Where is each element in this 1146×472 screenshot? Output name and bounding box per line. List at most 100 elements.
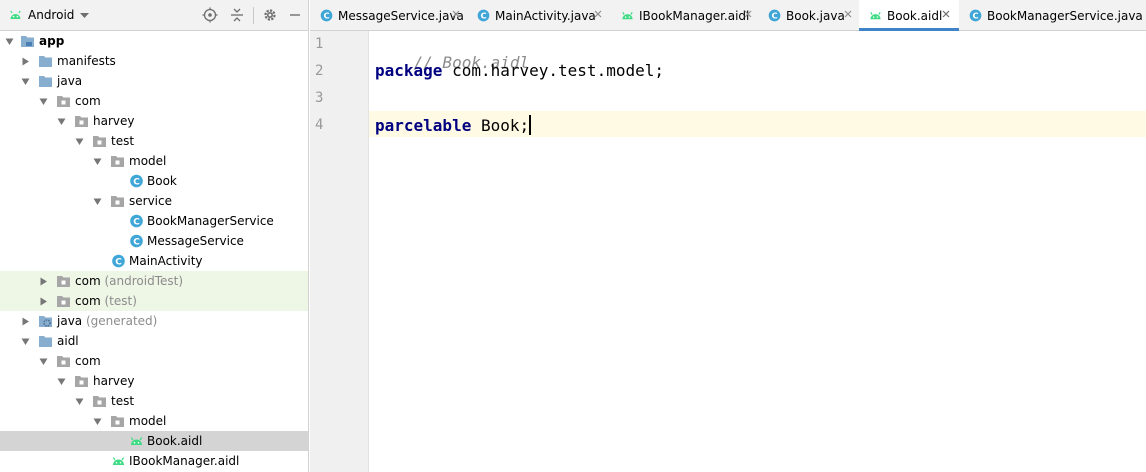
close-icon[interactable] xyxy=(743,9,753,19)
expand-arrow-icon[interactable] xyxy=(75,137,84,146)
locate-icon[interactable] xyxy=(201,6,219,24)
class-icon: C xyxy=(130,174,143,188)
collapsed-arrow-icon[interactable] xyxy=(21,317,30,326)
close-icon[interactable] xyxy=(593,9,603,19)
gear-icon[interactable] xyxy=(261,6,279,24)
line-number: 3 xyxy=(315,90,324,106)
tree-node-test[interactable]: test xyxy=(0,391,308,411)
tree-node-suffix: (generated) xyxy=(85,314,158,328)
code-text: com.harvey.test.model; xyxy=(442,61,664,80)
tab-book-aidl[interactable]: Book.aidl xyxy=(859,0,959,31)
collapsed-arrow-icon[interactable] xyxy=(21,57,30,66)
aidl-file-icon xyxy=(870,11,881,20)
tree-node-com-androidtest[interactable]: com (androidTest) xyxy=(0,271,308,291)
header-divider xyxy=(253,7,254,24)
aidl-file-icon xyxy=(112,457,125,465)
tree-node-ibookmanager-aidl[interactable]: IBookManager.aidl xyxy=(0,451,308,471)
class-icon: C xyxy=(320,9,333,22)
expand-arrow-icon[interactable] xyxy=(93,417,102,426)
close-icon[interactable] xyxy=(843,9,853,19)
line-number: 2 xyxy=(315,63,324,79)
package-icon xyxy=(57,96,70,107)
class-icon: C xyxy=(477,9,490,22)
tree-node-java-generated[interactable]: java (generated) xyxy=(0,311,308,331)
tab-bookmanagerservice-java[interactable]: C BookManagerService.java xyxy=(959,0,1146,31)
tree-node-com-test[interactable]: com (test) xyxy=(0,291,308,311)
tree-node-book-aidl[interactable]: Book.aidl xyxy=(0,431,308,451)
package-icon xyxy=(57,276,70,287)
code-keyword: parcelable xyxy=(375,116,472,135)
tree-node-bookmanagerservice[interactable]: C BookManagerService xyxy=(0,211,308,231)
tree-node-label: test xyxy=(111,134,135,148)
expand-arrow-icon[interactable] xyxy=(57,117,66,126)
package-icon xyxy=(111,416,124,427)
tree-node-aidl[interactable]: aidl xyxy=(0,331,308,351)
expand-arrow-icon[interactable] xyxy=(21,337,30,346)
project-view-selector[interactable]: Android xyxy=(28,8,74,22)
tree-node-harvey[interactable]: harvey xyxy=(0,371,308,391)
tree-node-com[interactable]: com xyxy=(0,351,308,371)
tree-node-manifests[interactable]: manifests xyxy=(0,51,308,71)
android-icon xyxy=(10,10,21,19)
expand-arrow-icon[interactable] xyxy=(21,77,30,86)
expand-arrow-icon[interactable] xyxy=(5,37,14,46)
code-editor[interactable]: // Book.aidl package com.harvey.test.mod… xyxy=(370,31,1146,472)
expand-arrow-icon[interactable] xyxy=(39,97,48,106)
code-line-2[interactable]: package com.harvey.test.model; xyxy=(375,61,664,80)
tree-node-test[interactable]: test xyxy=(0,131,308,151)
close-icon[interactable] xyxy=(941,9,951,19)
tree-node-app[interactable]: app xyxy=(0,31,308,51)
svg-text:C: C xyxy=(972,11,978,21)
svg-text:C: C xyxy=(480,11,486,21)
aidl-file-icon xyxy=(130,437,143,445)
package-icon xyxy=(57,296,70,307)
svg-text:C: C xyxy=(133,217,140,227)
tab-messageservice-java[interactable]: C MessageService.java xyxy=(310,0,467,31)
tree-node-label: com xyxy=(75,354,101,368)
expand-arrow-icon[interactable] xyxy=(75,397,84,406)
tree-node-suffix: (test) xyxy=(104,294,137,308)
close-icon[interactable] xyxy=(451,9,461,19)
tree-node-java[interactable]: java xyxy=(0,71,308,91)
tree-node-label: MessageService xyxy=(147,234,244,248)
class-icon: C xyxy=(768,9,781,22)
text-caret xyxy=(529,115,532,135)
svg-text:C: C xyxy=(115,257,122,267)
expand-arrow-icon[interactable] xyxy=(57,377,66,386)
line-number-gutter[interactable]: 1 2 3 4 xyxy=(310,31,369,472)
tree-node-label: com xyxy=(75,94,101,108)
tree-node-label: com (androidTest) xyxy=(75,274,183,288)
project-tool-window: Android app manifests java com harvey te… xyxy=(0,0,309,472)
expand-arrow-icon[interactable] xyxy=(39,357,48,366)
collapsed-arrow-icon[interactable] xyxy=(39,297,48,306)
tree-node-harvey[interactable]: harvey xyxy=(0,111,308,131)
minimize-icon[interactable] xyxy=(286,6,304,24)
tree-node-model[interactable]: model xyxy=(0,151,308,171)
tab-book-java[interactable]: C Book.java xyxy=(758,0,859,31)
expand-arrow-icon[interactable] xyxy=(93,157,102,166)
tree-node-com[interactable]: com xyxy=(0,91,308,111)
package-icon xyxy=(75,116,88,127)
aidl-file-icon xyxy=(622,11,633,20)
tree-node-mainactivity[interactable]: C MainActivity xyxy=(0,251,308,271)
package-icon xyxy=(93,136,106,147)
project-panel-header: Android xyxy=(0,0,308,31)
tree-node-book-class[interactable]: C Book xyxy=(0,171,308,191)
tree-node-service[interactable]: service xyxy=(0,191,308,211)
expand-arrow-icon[interactable] xyxy=(93,197,102,206)
code-line-4[interactable]: parcelable Book; xyxy=(375,115,532,135)
project-tree: app manifests java com harvey test model… xyxy=(0,31,308,472)
collapsed-arrow-icon[interactable] xyxy=(39,277,48,286)
tree-node-label: java (generated) xyxy=(57,314,157,328)
folder-icon xyxy=(39,336,52,347)
chevron-down-icon[interactable] xyxy=(79,10,90,20)
tree-node-model[interactable]: model xyxy=(0,411,308,431)
tree-node-messageservice[interactable]: C MessageService xyxy=(0,231,308,251)
class-icon: C xyxy=(130,214,143,228)
tab-mainactivity-java[interactable]: C MainActivity.java xyxy=(467,0,611,31)
package-icon xyxy=(111,196,124,207)
tree-node-label: IBookManager.aidl xyxy=(129,454,240,468)
tab-ibookmanager-aidl[interactable]: IBookManager.aidl xyxy=(611,0,758,31)
code-keyword: package xyxy=(375,61,443,80)
collapse-all-icon[interactable] xyxy=(228,6,246,24)
